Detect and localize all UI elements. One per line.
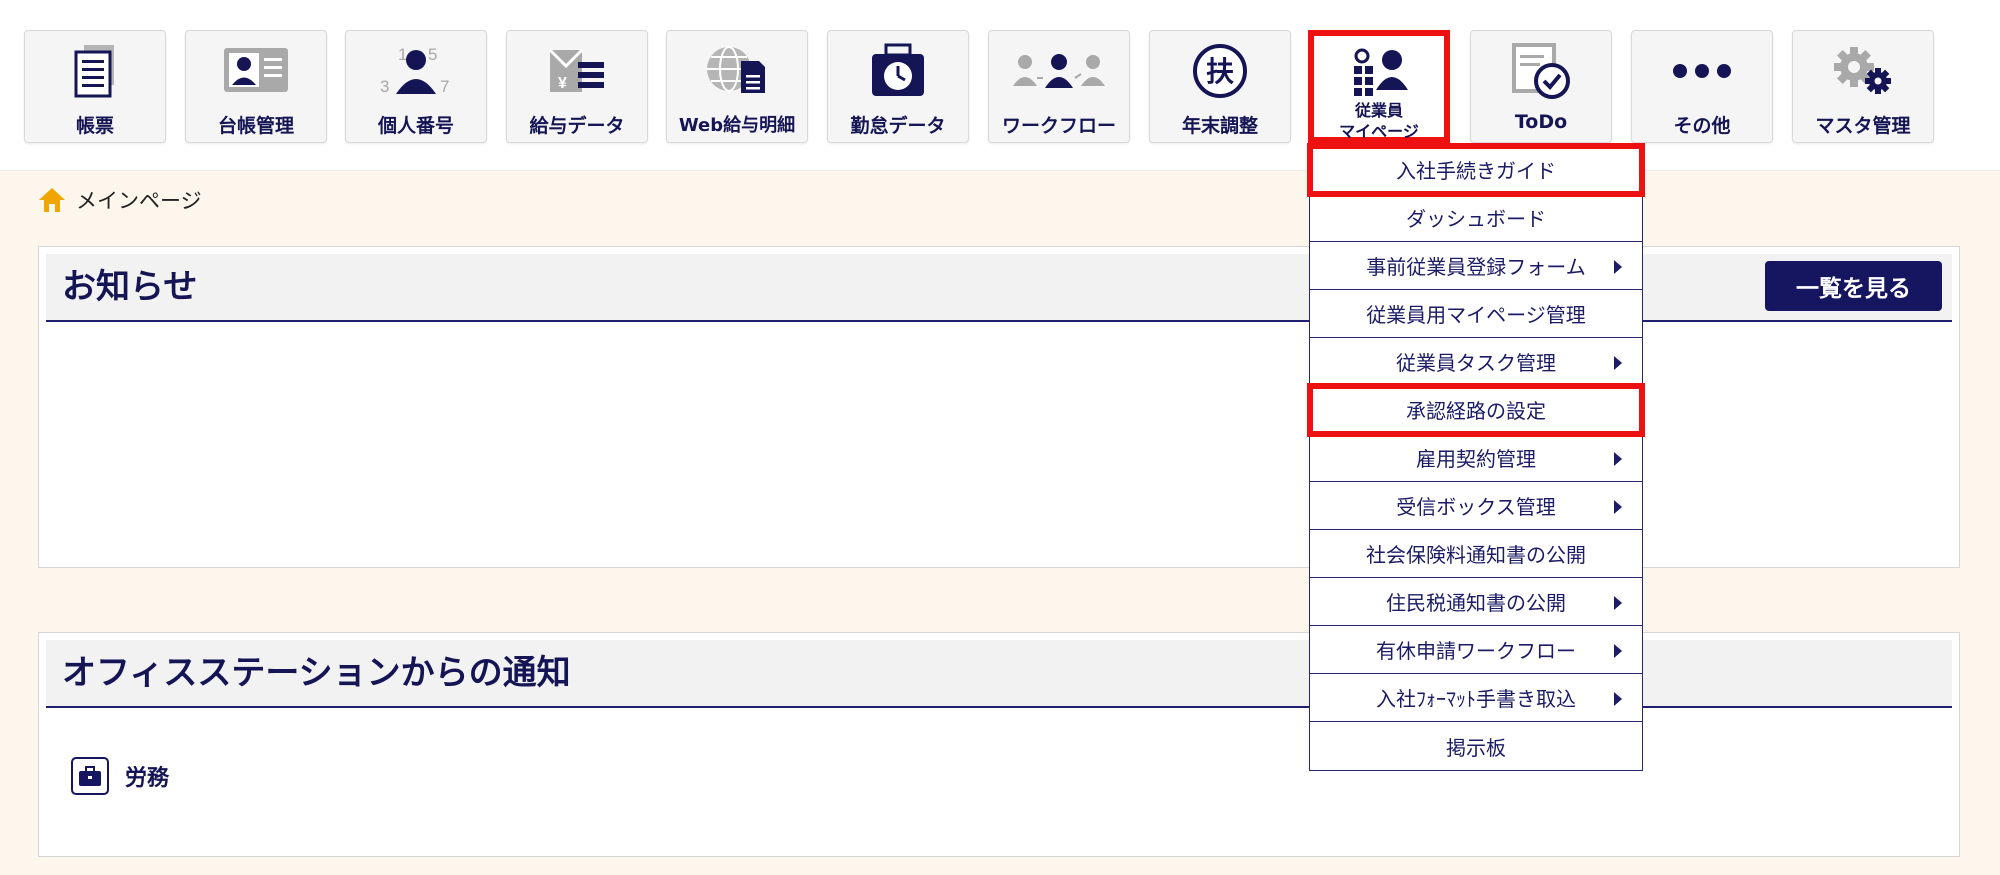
top-navigation-bar: 帳票 台帳管理 1 5 3 7 個人番号 ¥ 給与データ Web給与明細 勤怠デ… — [0, 0, 2000, 171]
office-station-panel-header: オフィスステーションからの通知 — [46, 640, 1952, 708]
nav-tile-label: ワークフロー — [1001, 115, 1116, 137]
submenu-arrow-icon — [1614, 260, 1622, 274]
globe-document-icon — [667, 43, 807, 99]
nav-tile-label: 勤怠データ — [850, 115, 946, 137]
menu-item-label: 有休申請ワークフロー — [1376, 639, 1576, 663]
labor-category[interactable]: 労務 — [71, 757, 169, 795]
nav-tile-todo[interactable]: ToDo — [1470, 30, 1612, 143]
breadcrumb-current: メインページ — [76, 189, 202, 213]
nav-tile-workflow[interactable]: ワークフロー — [988, 30, 1130, 143]
nav-tile-label: 従業員 マイページ — [1314, 100, 1444, 142]
clock-card-icon — [828, 43, 968, 99]
nav-tile-personal-number[interactable]: 1 5 3 7 個人番号 — [345, 30, 487, 143]
id-card-icon — [186, 43, 326, 99]
employee-mypage-dropdown-menu: 入社手続きガイド ダッシュボード 事前従業員登録フォーム 従業員用マイページ管理… — [1307, 143, 1645, 771]
menu-item-label: 雇用契約管理 — [1416, 447, 1536, 471]
submenu-arrow-icon — [1614, 596, 1622, 610]
menu-item-onboarding-guide[interactable]: 入社手続きガイド — [1307, 143, 1645, 197]
menu-item-mypage-management[interactable]: 従業員用マイページ管理 — [1310, 290, 1642, 338]
nav-tile-year-end-adjustment[interactable]: 扶 年末調整 — [1149, 30, 1291, 143]
nav-tile-web-payslip[interactable]: Web給与明細 — [666, 30, 808, 143]
people-flow-icon — [989, 43, 1129, 99]
menu-item-resident-tax-notice[interactable]: 住民税通知書の公開 — [1310, 578, 1642, 626]
menu-item-inbox-management[interactable]: 受信ボックス管理 — [1310, 482, 1642, 530]
view-all-button[interactable]: 一覧を見る — [1765, 261, 1942, 311]
menu-item-bulletin-board[interactable]: 掲示板 — [1310, 722, 1642, 770]
submenu-arrow-icon — [1614, 500, 1622, 514]
office-station-panel: オフィスステーションからの通知 労務 — [38, 632, 1960, 857]
notices-panel-header: お知らせ 一覧を見る — [46, 254, 1952, 322]
document-stack-icon — [25, 43, 165, 99]
nav-tile-master-settings[interactable]: マスタ管理 — [1792, 30, 1934, 143]
menu-item-task-management[interactable]: 従業員タスク管理 — [1310, 338, 1642, 386]
menu-item-label: 住民税通知書の公開 — [1386, 591, 1566, 615]
submenu-arrow-icon — [1614, 356, 1622, 370]
notices-title: お知らせ — [62, 267, 198, 307]
nav-tile-label: Web給与明細 — [678, 115, 796, 136]
menu-item-handwritten-import[interactable]: 入社ﾌｫｰﾏｯﾄ手書き取込 — [1310, 674, 1642, 722]
breadcrumb: メインページ — [38, 183, 202, 217]
nav-tile-label: 年末調整 — [1181, 115, 1258, 137]
menu-item-approval-route-settings[interactable]: 承認経路の設定 — [1307, 383, 1645, 437]
svg-text:扶: 扶 — [1206, 55, 1234, 88]
nav-tile-label-line1: 従業員 — [1354, 101, 1403, 120]
menu-item-label: 事前従業員登録フォーム — [1366, 255, 1586, 279]
nav-tile-label: 台帳管理 — [217, 115, 294, 137]
svg-text:7: 7 — [440, 77, 449, 96]
fu-seal-icon: 扶 — [1150, 43, 1290, 99]
nav-tile-label: 給与データ — [529, 115, 625, 137]
submenu-arrow-icon — [1614, 644, 1622, 658]
menu-item-label: 入社ﾌｫｰﾏｯﾄ手書き取込 — [1376, 687, 1576, 711]
svg-text:5: 5 — [428, 45, 437, 64]
nav-tile-reports[interactable]: 帳票 — [24, 30, 166, 143]
office-station-title: オフィスステーションからの通知 — [62, 653, 571, 693]
submenu-arrow-icon — [1614, 452, 1622, 466]
person-number-icon: 1 5 3 7 — [346, 43, 486, 99]
svg-text:3: 3 — [380, 77, 389, 96]
nav-tile-ledger[interactable]: 台帳管理 — [185, 30, 327, 143]
yen-list-icon: ¥ — [507, 43, 647, 99]
menu-item-pre-registration-form[interactable]: 事前従業員登録フォーム — [1310, 242, 1642, 290]
nav-tile-label: 個人番号 — [377, 115, 454, 137]
menu-item-label: 社会保険料通知書の公開 — [1366, 543, 1586, 567]
nav-tile-attendance-data[interactable]: 勤怠データ — [827, 30, 969, 143]
menu-item-paid-leave-workflow[interactable]: 有休申請ワークフロー — [1310, 626, 1642, 674]
notices-panel: お知らせ 一覧を見る — [38, 246, 1960, 568]
nav-tile-employee-mypage[interactable]: 従業員 マイページ — [1308, 30, 1450, 143]
menu-item-label: 承認経路の設定 — [1406, 399, 1546, 423]
nav-tile-label: マスタ管理 — [1815, 115, 1911, 137]
menu-item-social-insurance-notice[interactable]: 社会保険料通知書の公開 — [1310, 530, 1642, 578]
briefcase-icon — [71, 757, 109, 795]
labor-label: 労務 — [125, 766, 170, 791]
menu-item-label: 掲示板 — [1446, 735, 1506, 760]
menu-item-label: 従業員タスク管理 — [1396, 351, 1556, 375]
menu-item-dashboard[interactable]: ダッシュボード — [1310, 194, 1642, 242]
gears-icon — [1793, 43, 1933, 99]
menu-item-label: 従業員用マイページ管理 — [1366, 303, 1586, 327]
nav-tile-payroll-data[interactable]: ¥ 給与データ — [506, 30, 648, 143]
menu-item-employment-contract[interactable]: 雇用契約管理 — [1310, 434, 1642, 482]
svg-text:¥: ¥ — [558, 75, 567, 92]
menu-item-label: ダッシュボード — [1406, 207, 1546, 231]
nav-tile-other[interactable]: その他 — [1631, 30, 1773, 143]
todo-check-icon — [1471, 43, 1611, 99]
nav-tile-label: 帳票 — [75, 115, 114, 137]
menu-item-label: 受信ボックス管理 — [1396, 495, 1556, 519]
nav-tile-label: その他 — [1673, 115, 1731, 137]
more-dots-icon — [1632, 43, 1772, 99]
menu-item-label: 入社手続きガイド — [1396, 159, 1556, 183]
home-icon[interactable] — [38, 186, 66, 214]
employee-grid-icon — [1314, 44, 1444, 100]
svg-text:1: 1 — [398, 45, 407, 64]
nav-tile-label: ToDo — [1514, 111, 1568, 133]
submenu-arrow-icon — [1614, 692, 1622, 706]
nav-tile-label-line2: マイページ — [1339, 122, 1419, 141]
